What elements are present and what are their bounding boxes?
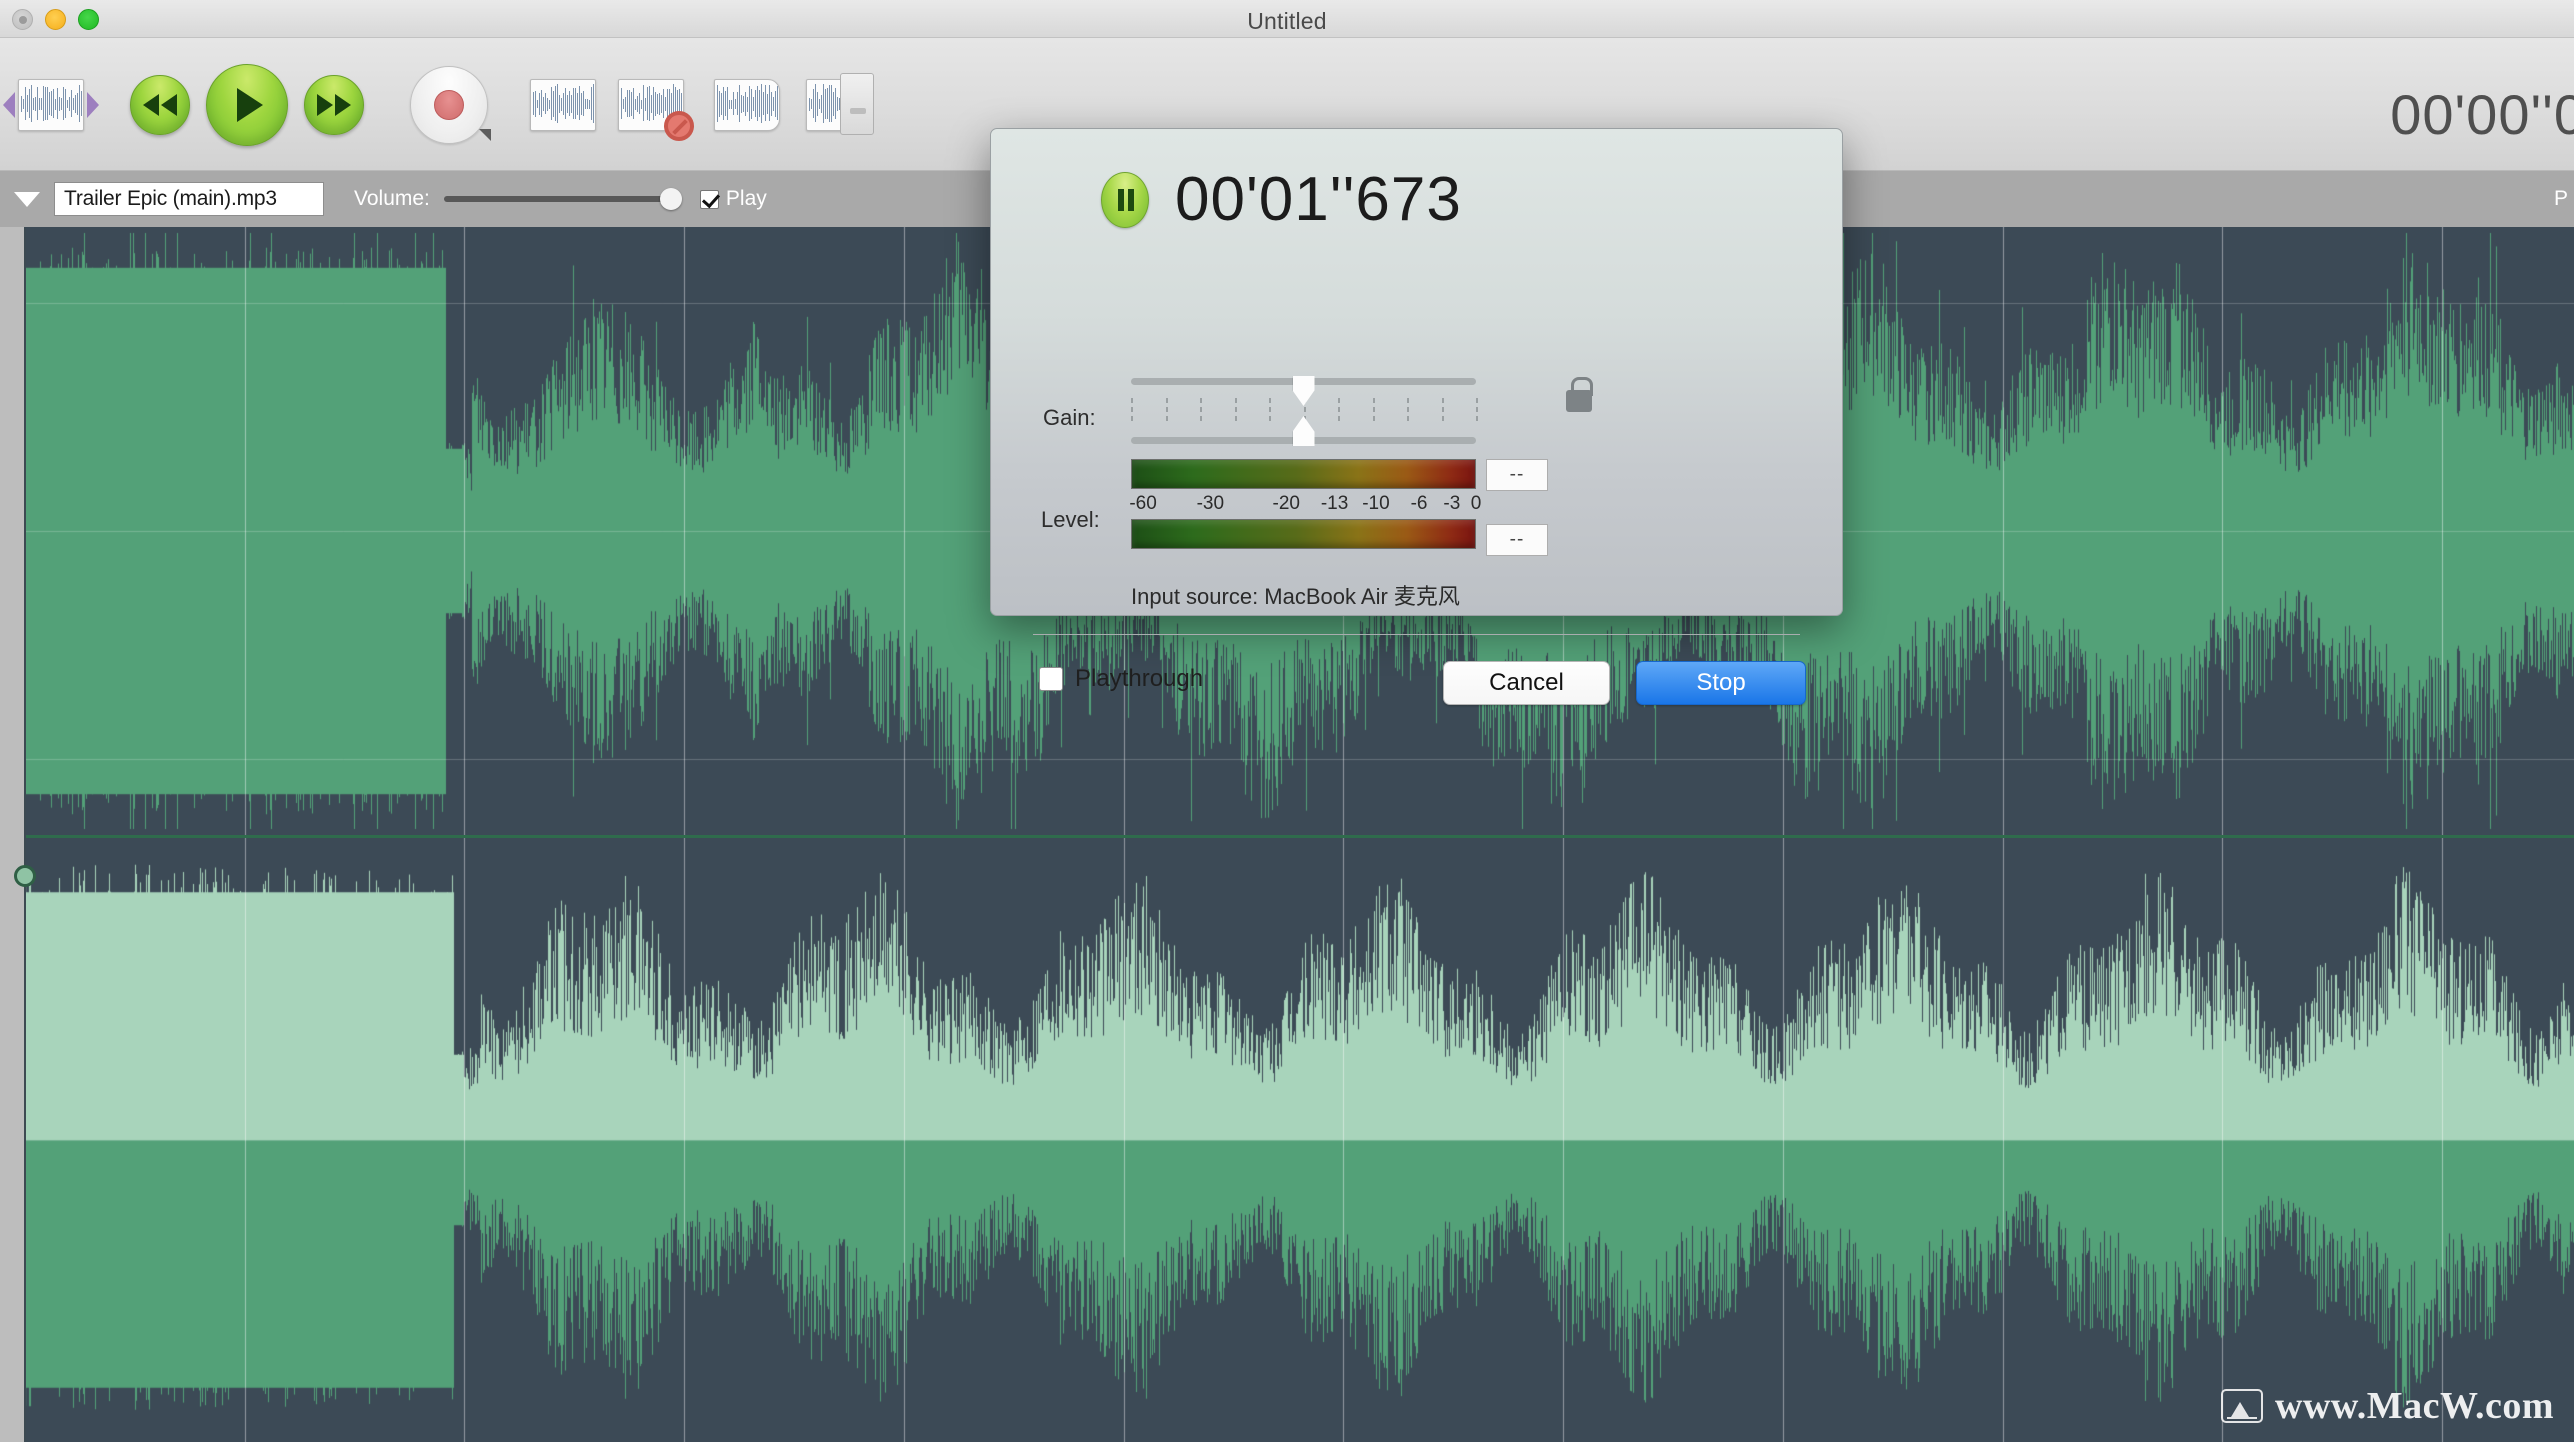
tool-waveform-device-button[interactable] [806,72,874,135]
gain-slider-group[interactable] [1131,376,1478,446]
play-checkbox-label: Play [725,187,767,210]
level-label: Level: [1041,507,1100,532]
record-button[interactable] [410,65,491,144]
pause-button[interactable] [1101,171,1149,228]
window-title: Untitled [1247,8,1327,34]
recording-dialog: 00'01''673 Gain: Level: -60 -30 -20 -13 -10-… [990,128,1843,705]
trim-left-arrow-icon [3,91,15,118]
level-readout-left: -- [1486,459,1548,491]
record-options-caret-icon[interactable] [479,128,491,141]
audio-editor-window: Untitled 00'00''0 Trailer Epic (main).mp… [0,0,2574,1442]
device-icon [840,72,874,135]
trim-waveform-icon [18,78,84,131]
play-checkbox[interactable] [699,189,719,209]
level-scale: -60 -30 -20 -13 -10 -6 -3 0 [1129,489,1481,519]
track-2-channel[interactable] [25,838,2574,1442]
level-meter-right [1131,519,1476,549]
cancel-button[interactable]: Cancel [1443,661,1610,705]
macw-logo-icon [2221,1389,2263,1423]
gain-label: Gain: [1043,405,1096,430]
waveform-icon [530,78,596,131]
watermark-text: www.MacW.com [2275,1385,2554,1427]
tool-waveform-fade-button[interactable] [714,78,780,131]
lock-icon[interactable] [1566,377,1593,412]
level-meters: -60 -30 -20 -13 -10 -6 -3 0 -- -- [1129,459,1548,556]
level-meter-left [1131,459,1476,489]
play-button[interactable] [206,63,288,146]
playthrough-checkbox[interactable] [1039,667,1063,691]
track-gutter [0,227,25,1442]
waveform-fade-icon [714,78,780,131]
volume-slider-knob[interactable] [659,188,682,210]
playthrough-label: Playthrough [1075,665,1204,692]
tool-waveform-disabled-button[interactable] [618,78,694,141]
input-source-text: Input source: MacBook Air 麦克风 [1131,584,1460,609]
play-icon [207,65,287,145]
pan-label: P [2553,187,2568,210]
level-tick-label: -30 [1196,493,1225,514]
watermark: www.MacW.com [2221,1384,2554,1428]
playhead-handle[interactable] [14,865,36,887]
fast-forward-icon [305,76,363,134]
dialog-timer: 00'01''673 [1175,165,1462,234]
track-name-input[interactable]: Trailer Epic (main).mp3 [54,182,324,216]
disclosure-triangle-icon[interactable] [14,191,40,207]
title-bar: Untitled [0,0,2574,38]
stop-button[interactable]: Stop [1636,661,1806,705]
level-tick-label: -20 [1272,493,1300,514]
rewind-button[interactable] [130,74,190,135]
dialog-divider [1033,634,1800,635]
trim-selection-button[interactable] [3,78,99,131]
main-timer: 00'00''0 [2390,83,2574,146]
level-tick-label: -60 [1129,493,1157,514]
trim-right-arrow-icon [87,91,99,118]
dialog-footer: Playthrough Cancel Stop [991,657,1842,717]
record-icon [410,65,491,144]
level-tick-label: -3 [1443,493,1461,514]
no-entry-icon [664,110,694,141]
tool-waveform-button[interactable] [530,78,596,131]
dialog-timer-row: 00'01''673 [1101,164,1462,235]
level-tick-label: -6 [1410,493,1428,514]
level-tick-label: 0 [1470,493,1482,514]
rewind-icon [131,76,189,134]
level-tick-label: -13 [1320,493,1349,514]
level-tick-label: -10 [1362,493,1390,514]
fast-forward-button[interactable] [304,74,364,135]
volume-label: Volume: [354,187,430,210]
level-readout-right: -- [1486,524,1548,556]
volume-slider[interactable] [443,188,682,210]
playhead-line [24,227,26,1442]
